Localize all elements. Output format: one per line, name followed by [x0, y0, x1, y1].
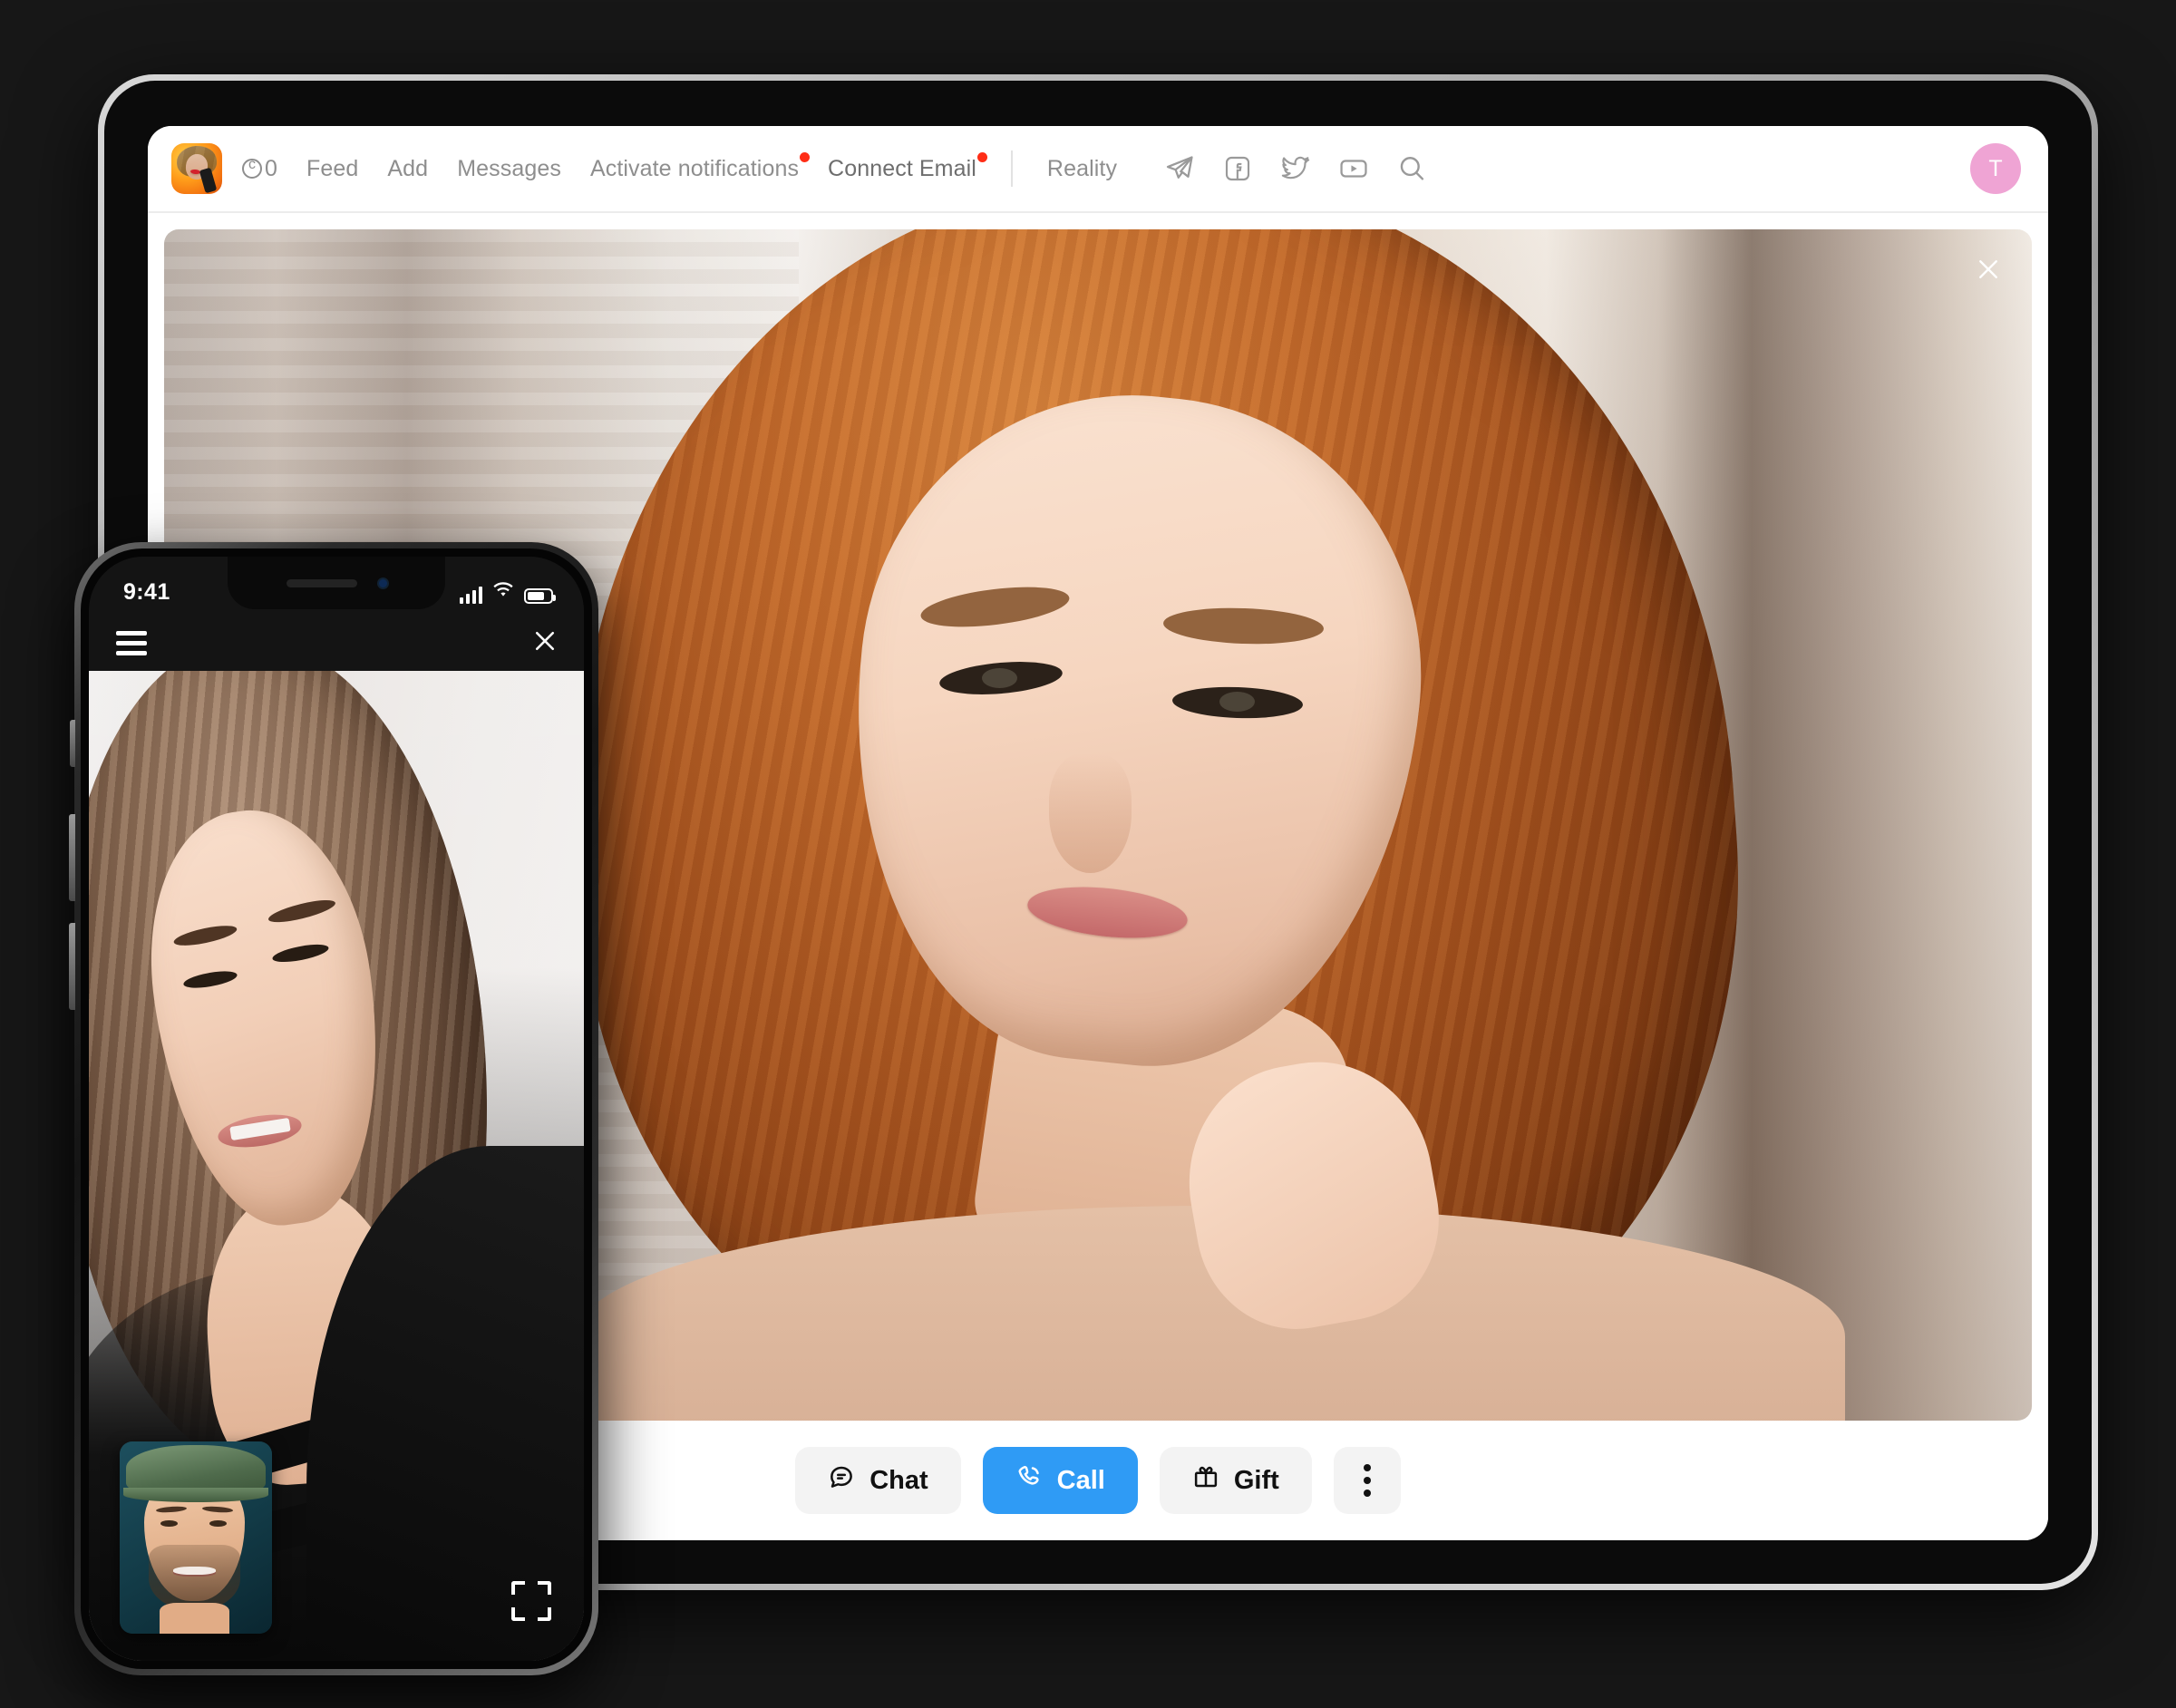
fullscreen-expand-icon[interactable]	[511, 1581, 551, 1621]
nav-item-credits[interactable]: 0	[242, 150, 292, 188]
call-label: Call	[1056, 1465, 1105, 1495]
chat-button[interactable]: Chat	[795, 1447, 961, 1514]
nav-items: 0 Feed Add Messages Activate notific	[242, 144, 1436, 193]
phone-notch	[228, 557, 445, 609]
more-options-button[interactable]	[1333, 1447, 1401, 1514]
twitter-icon[interactable]	[1271, 144, 1320, 193]
copyright-icon	[242, 155, 262, 179]
wifi-icon	[492, 581, 514, 604]
subject-iris-left	[982, 667, 1018, 688]
cellular-signal-icon	[460, 586, 482, 604]
subject-iris-right	[1219, 691, 1256, 713]
nav-divider	[1010, 150, 1013, 187]
phone-bezel: 9:41	[81, 548, 592, 1669]
status-time: 9:41	[123, 578, 170, 605]
credits-count: 0	[265, 155, 278, 181]
nav-label: Activate notifications	[589, 155, 800, 181]
phone-device: 9:41	[69, 542, 598, 1675]
earpiece-speaker	[286, 578, 357, 587]
kebab-menu-icon	[1363, 1464, 1371, 1497]
subject-nose	[1049, 753, 1132, 873]
phone-call-icon	[1015, 1463, 1043, 1498]
front-camera-icon	[378, 578, 387, 587]
phone-toolbar	[89, 615, 584, 671]
phone-volume-down-button[interactable]	[69, 923, 75, 1010]
nav-item-feed[interactable]: Feed	[292, 150, 373, 188]
phone-silent-switch[interactable]	[70, 720, 75, 767]
status-indicators	[460, 581, 556, 604]
video-call-view	[89, 671, 584, 1661]
pip-green-cap	[122, 1445, 268, 1503]
pip-eye-right	[209, 1519, 227, 1528]
pip-beard	[148, 1545, 240, 1611]
pip-neck	[159, 1603, 229, 1634]
close-icon[interactable]	[1968, 249, 2008, 289]
nav-label: Feed	[306, 155, 359, 181]
social-icon-group	[1155, 144, 1436, 193]
gift-icon	[1192, 1463, 1219, 1498]
gift-label: Gift	[1233, 1465, 1279, 1495]
facebook-icon[interactable]	[1213, 144, 1262, 193]
nav-label: Reality	[1046, 155, 1118, 181]
nav-item-connect-email[interactable]: Connect Email	[813, 150, 991, 188]
pip-mouth	[172, 1566, 216, 1576]
chat-bubble-icon	[828, 1463, 855, 1498]
nav-label: Add	[387, 155, 429, 181]
nav-label: Messages	[457, 155, 561, 181]
screenshot-stage: 0 Feed Add Messages Activate notific	[0, 0, 2176, 1708]
pip-eye-left	[160, 1519, 178, 1528]
battery-icon	[524, 587, 556, 604]
nav-item-messages[interactable]: Messages	[442, 150, 576, 188]
app-logo-icon[interactable]	[171, 143, 222, 194]
telegram-icon[interactable]	[1155, 144, 1204, 193]
notification-dot-icon	[976, 151, 987, 162]
gift-button[interactable]: Gift	[1159, 1447, 1312, 1514]
call-button[interactable]: Call	[982, 1447, 1138, 1514]
close-icon[interactable]	[531, 627, 559, 659]
chat-label: Chat	[869, 1465, 928, 1495]
phone-screen: 9:41	[89, 557, 584, 1661]
nav-item-reality[interactable]: Reality	[1033, 150, 1132, 188]
search-icon[interactable]	[1387, 144, 1436, 193]
picture-in-picture-self-view[interactable]	[120, 1441, 272, 1634]
nav-label: Connect Email	[828, 155, 976, 181]
hamburger-menu-icon[interactable]	[116, 630, 147, 655]
top-navigation-bar: 0 Feed Add Messages Activate notific	[148, 126, 2048, 213]
avatar[interactable]: T	[1970, 143, 2021, 194]
nav-item-add[interactable]: Add	[373, 150, 442, 188]
notification-dot-icon	[800, 151, 811, 162]
phone-volume-up-button[interactable]	[69, 814, 75, 901]
nav-item-activate-notifications[interactable]: Activate notifications	[576, 150, 813, 188]
avatar-initial: T	[1988, 155, 2003, 181]
youtube-icon[interactable]	[1329, 144, 1378, 193]
